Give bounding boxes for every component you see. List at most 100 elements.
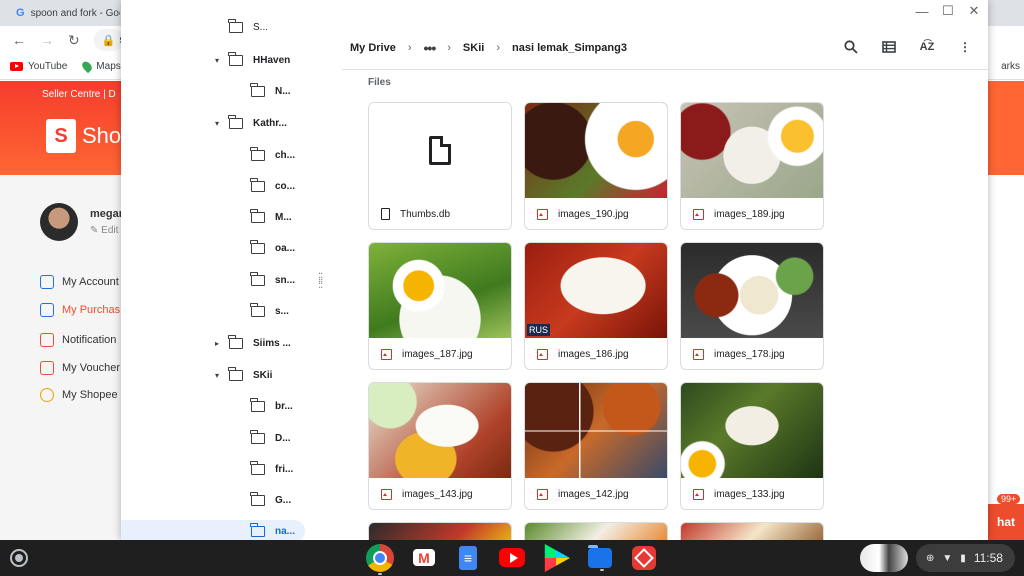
tree-item[interactable]: sn... — [247, 269, 295, 291]
tree-item[interactable]: br... — [247, 395, 293, 417]
tree-item[interactable]: oa... — [247, 237, 295, 259]
photos-icon[interactable] — [632, 546, 656, 570]
menu-my-shopee[interactable]: My Shopee — [40, 388, 118, 402]
battery-icon: ▮ — [960, 552, 966, 564]
file-card-images-143[interactable]: images_143.jpg — [368, 382, 512, 510]
tree-item[interactable]: s... — [247, 300, 289, 322]
docs-icon[interactable] — [459, 546, 477, 570]
menu-notifications[interactable]: Notification — [40, 333, 116, 347]
file-card-images-189[interactable]: images_189.jpg — [680, 102, 824, 230]
omnibox[interactable]: 🔒 sh — [93, 29, 124, 51]
shopee-logo[interactable]: S Sho — [46, 119, 121, 153]
file-card-thumbs-db[interactable]: Thumbs.db — [368, 102, 512, 230]
folder-icon — [228, 51, 243, 66]
file-card-partial[interactable] — [368, 522, 512, 540]
seller-centre-link[interactable]: Seller Centre | D — [42, 89, 116, 100]
system-tray[interactable]: ⊕ ▼ ▮ 11:58 — [916, 544, 1015, 572]
tree-item-hhaven[interactable]: ▾ HHaven — [215, 49, 290, 71]
resize-handle[interactable]: ⁚⁚ ⁚⁚ ⁚⁚ — [318, 273, 323, 291]
menu-my-account[interactable]: My Account — [40, 275, 119, 289]
file-thumbnail — [369, 383, 511, 478]
tree-item-skii[interactable]: ▾ SKii — [215, 364, 272, 386]
file-name: images_187.jpg — [402, 348, 473, 360]
file-list-pane: My Drive › ••• › SKii › nasi lemak_Simpa… — [342, 0, 988, 540]
file-card-images-190[interactable]: images_190.jpg — [524, 102, 668, 230]
breadcrumb-more[interactable]: ••• — [424, 40, 437, 56]
play-store-icon[interactable] — [544, 544, 570, 572]
forward-icon[interactable]: → — [40, 32, 54, 48]
status-tray[interactable]: ⊕ ▼ ▮ 11:58 — [860, 544, 1015, 572]
menu-my-purchase[interactable]: My Purchas — [40, 303, 120, 317]
tree-item-label: HHaven — [253, 54, 291, 66]
bookmark-youtube[interactable]: YouTube — [10, 61, 67, 72]
shopee-bag-icon: S — [46, 119, 76, 153]
expand-arrow-icon[interactable]: ▸ — [215, 339, 225, 348]
edit-profile-link[interactable]: ✎ Edit — [90, 225, 118, 236]
tree-item[interactable]: G... — [247, 489, 291, 511]
tree-item-label: s... — [275, 305, 289, 317]
tree-item[interactable]: D... — [247, 427, 291, 449]
tree-item-siims[interactable]: ▸ Siims ... — [215, 332, 291, 354]
tree-item[interactable]: N... — [247, 80, 291, 102]
file-card-images-178[interactable]: images_178.jpg — [680, 242, 824, 370]
folder-icon — [228, 114, 243, 129]
tab-title: spoon and fork - Goo — [30, 7, 120, 19]
reload-icon[interactable]: ↻ — [68, 32, 80, 49]
chrome-icon[interactable] — [366, 544, 394, 575]
more-vert-icon[interactable]: ⋮ — [956, 38, 974, 56]
tree-item-label: Kathr... — [253, 117, 287, 129]
tree-item[interactable]: ch... — [247, 144, 295, 166]
menu-label: My Voucher — [62, 362, 121, 374]
bookmark-maps[interactable]: Maps — [80, 59, 121, 74]
file-thumbnail: RUS — [525, 243, 667, 338]
directory-tree: S... ▾ HHaven N... ▾ Kathr... ch... co... … — [121, 0, 341, 540]
back-icon[interactable]: ← — [12, 32, 26, 48]
breadcrumb-my-drive[interactable]: My Drive — [350, 42, 396, 54]
tree-item[interactable]: S... — [215, 19, 268, 33]
lock-icon: 🔒 — [101, 34, 116, 47]
files-app-icon[interactable] — [588, 545, 612, 571]
launcher-icon[interactable] — [10, 549, 28, 567]
sort-icon[interactable]: A͡Z — [918, 38, 936, 56]
expand-arrow-icon[interactable]: ▾ — [215, 119, 225, 128]
expand-arrow-icon[interactable]: ▾ — [215, 56, 225, 65]
search-icon[interactable] — [842, 38, 860, 56]
file-name-row: images_143.jpg — [369, 483, 511, 505]
file-card-images-142[interactable]: images_142.jpg — [524, 382, 668, 510]
tree-item-kathr[interactable]: ▾ Kathr... — [215, 112, 287, 134]
tree-item[interactable]: co... — [247, 175, 295, 197]
breadcrumb-current[interactable]: nasi lemak_Simpang3 — [512, 42, 627, 54]
menu-my-vouchers[interactable]: My Voucher — [40, 361, 120, 375]
breadcrumb-skii[interactable]: SKii — [463, 42, 484, 54]
tray-avatar[interactable] — [860, 544, 908, 572]
file-name-row: images_178.jpg — [681, 343, 823, 365]
gmail-icon[interactable] — [413, 549, 435, 566]
file-card-partial[interactable] — [680, 522, 824, 540]
folder-icon — [250, 82, 265, 97]
file-card-images-186[interactable]: RUS images_186.jpg — [524, 242, 668, 370]
tree-item-label: SKii — [253, 369, 273, 381]
youtube-icon[interactable] — [499, 548, 525, 567]
header-next-link: D — [108, 89, 116, 100]
bookmarks-overflow[interactable]: arks — [1001, 61, 1020, 72]
avatar[interactable] — [40, 203, 78, 241]
files-app-window: — ☐ ✕ S... ▾ HHaven N... ▾ Kathr... ch... … — [121, 0, 988, 540]
tree-item[interactable]: fri... — [247, 458, 293, 480]
image-file-icon — [693, 208, 704, 220]
tree-item[interactable]: M... — [247, 206, 292, 228]
image-file-icon — [381, 488, 392, 500]
file-name: images_178.jpg — [714, 348, 785, 360]
tree-item-selected[interactable]: na... — [121, 520, 305, 540]
folder-icon — [250, 271, 265, 286]
expand-arrow-icon[interactable]: ▾ — [215, 371, 225, 380]
clipboard-icon — [40, 303, 54, 317]
image-file-icon — [537, 488, 548, 500]
list-view-icon[interactable] — [880, 38, 898, 56]
browser-tab[interactable]: G spoon and fork - Goo — [8, 2, 120, 24]
tree-item-label: N... — [275, 85, 291, 97]
file-card-images-187[interactable]: images_187.jpg — [368, 242, 512, 370]
chevron-right-icon: › — [447, 42, 451, 54]
file-card-partial[interactable] — [524, 522, 668, 540]
file-card-images-133[interactable]: images_133.jpg — [680, 382, 824, 510]
chat-button[interactable]: hat — [984, 504, 1024, 540]
